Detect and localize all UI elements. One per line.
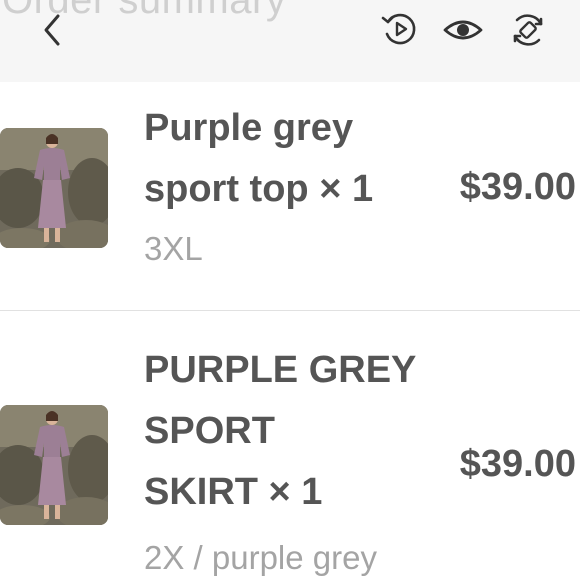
product-name: Purple grey sport top × 1 xyxy=(144,98,434,220)
product-variant: 3XL xyxy=(144,230,203,267)
toolbar: Order summary xyxy=(0,0,580,82)
product-thumbnail xyxy=(0,128,108,248)
product-name: PURPLE GREY SPORT SKIRT × 1 xyxy=(144,340,434,523)
product-name-line: SKIRT × 1 xyxy=(144,471,323,513)
product-thumbnail xyxy=(0,405,108,525)
replay-icon[interactable] xyxy=(380,10,420,50)
product-price: $39.00 xyxy=(459,443,576,485)
back-icon[interactable] xyxy=(36,10,68,50)
product-price: $39.00 xyxy=(459,166,576,208)
product-name-line: sport top × 1 xyxy=(144,168,374,210)
product-variant: 2X / purple grey xyxy=(144,539,377,576)
order-item[interactable]: PURPLE GREY SPORT SKIRT × 1 2X / purple … xyxy=(0,311,580,579)
rotate-icon[interactable] xyxy=(508,10,548,50)
product-name-line: Purple grey xyxy=(144,107,354,149)
order-summary-page: Order summary Purple grey sport top × 1 … xyxy=(0,0,580,579)
eye-icon[interactable] xyxy=(442,12,484,48)
order-item[interactable]: Purple grey sport top × 1 3XL $39.00 xyxy=(0,82,580,310)
product-name-line: SPORT xyxy=(144,410,275,452)
product-name-line: PURPLE GREY xyxy=(144,349,417,391)
